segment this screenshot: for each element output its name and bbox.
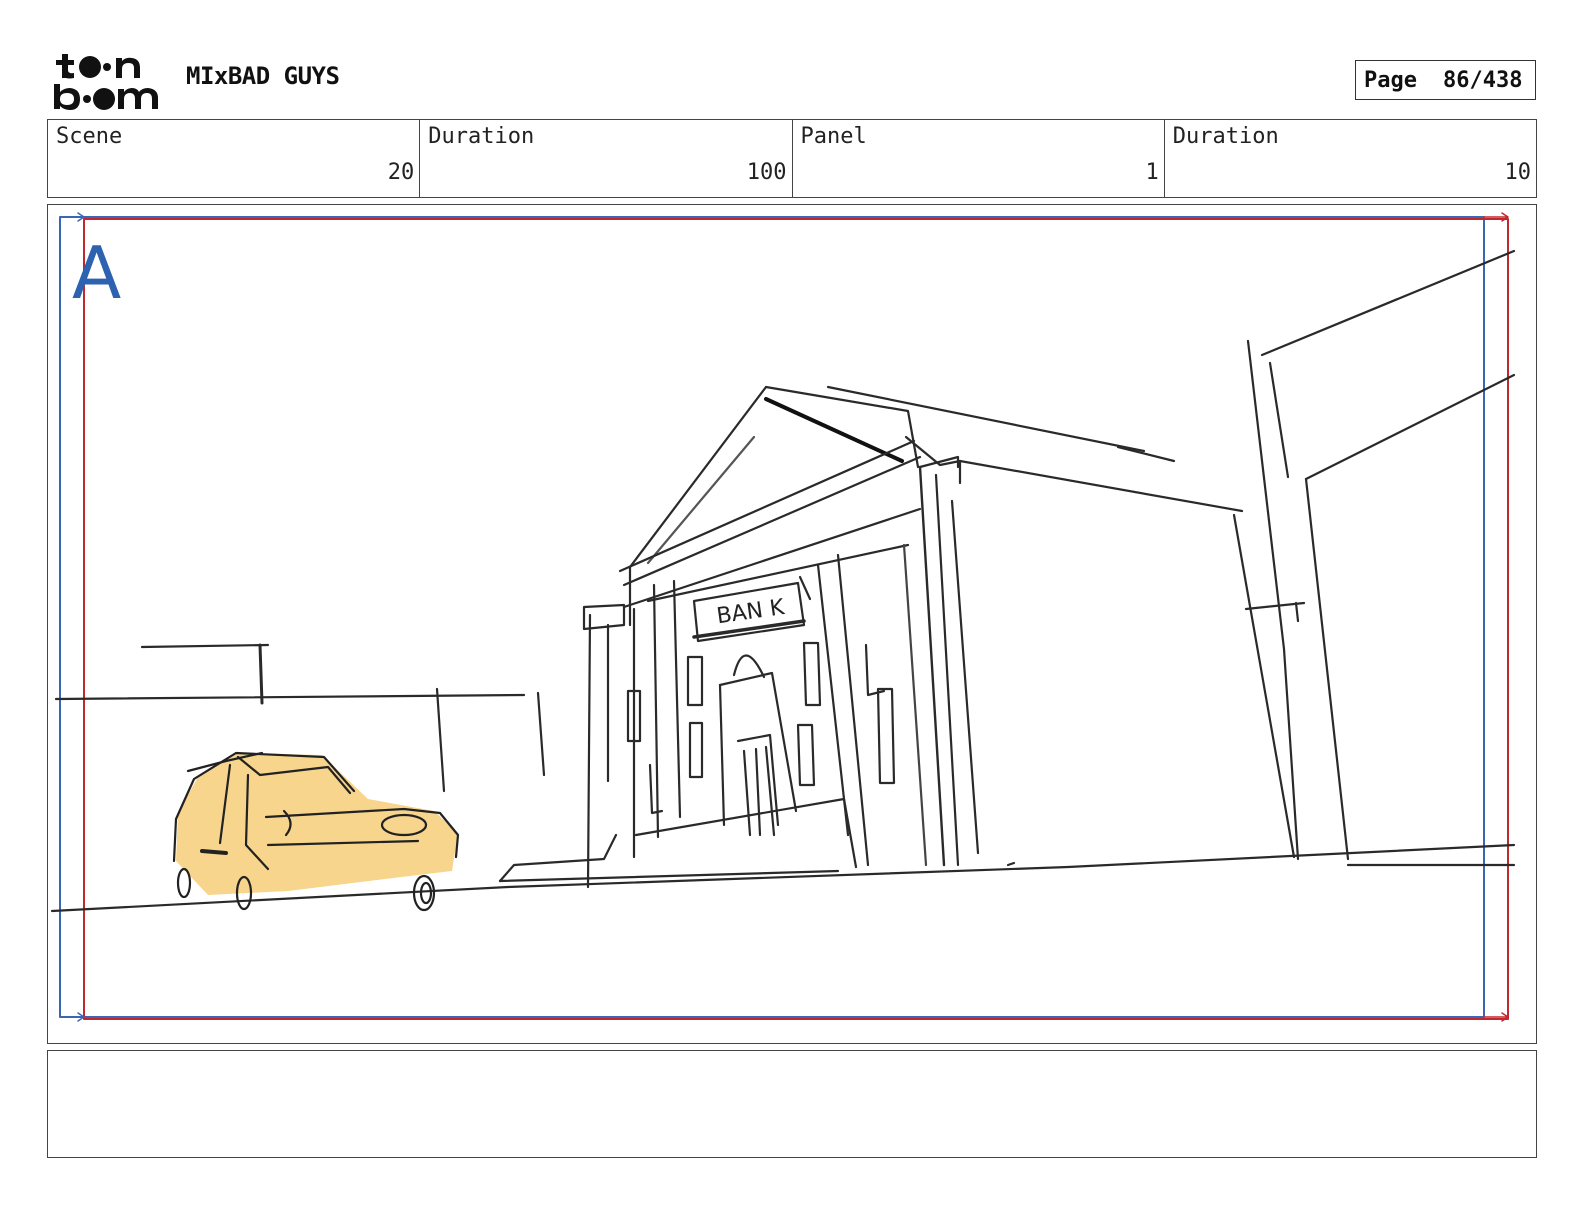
panel-cell: Panel 1 (793, 120, 1165, 197)
scene-duration-value: 100 (746, 160, 787, 185)
frame-arrow-top-left (59, 212, 85, 222)
project-title: MIxBAD GUYS (186, 62, 340, 90)
storyboard-panel: BAN K A (47, 204, 1537, 1044)
page-label: Page (1364, 67, 1417, 93)
panel-letter: A (72, 231, 122, 315)
panel-notes-box (47, 1050, 1537, 1158)
panel-value: 1 (1145, 160, 1159, 185)
scene-duration-cell: Duration 100 (420, 120, 793, 197)
panel-duration-label: Duration (1172, 124, 1279, 149)
page-indicator: Page 86/438 (1355, 60, 1536, 100)
scene-info-table: Scene 20 Duration 100 Panel 1 Duration 1… (47, 119, 1537, 198)
scene-duration-label: Duration (428, 124, 535, 149)
frame-arrow-bottom-left (59, 1012, 85, 1022)
page-number: 86/438 (1442, 67, 1523, 93)
car-sketch (172, 751, 460, 912)
panel-duration-cell: Duration 10 (1165, 120, 1536, 197)
panel-sketch: BAN K (50, 212, 1516, 1022)
scene-cell: Scene 20 (48, 120, 421, 197)
scene-value: 20 (387, 160, 415, 185)
toon-boom-logo (54, 54, 158, 110)
panel-label: Panel (800, 124, 867, 149)
scene-label: Scene (56, 124, 123, 149)
panel-duration-value: 10 (1504, 160, 1532, 185)
